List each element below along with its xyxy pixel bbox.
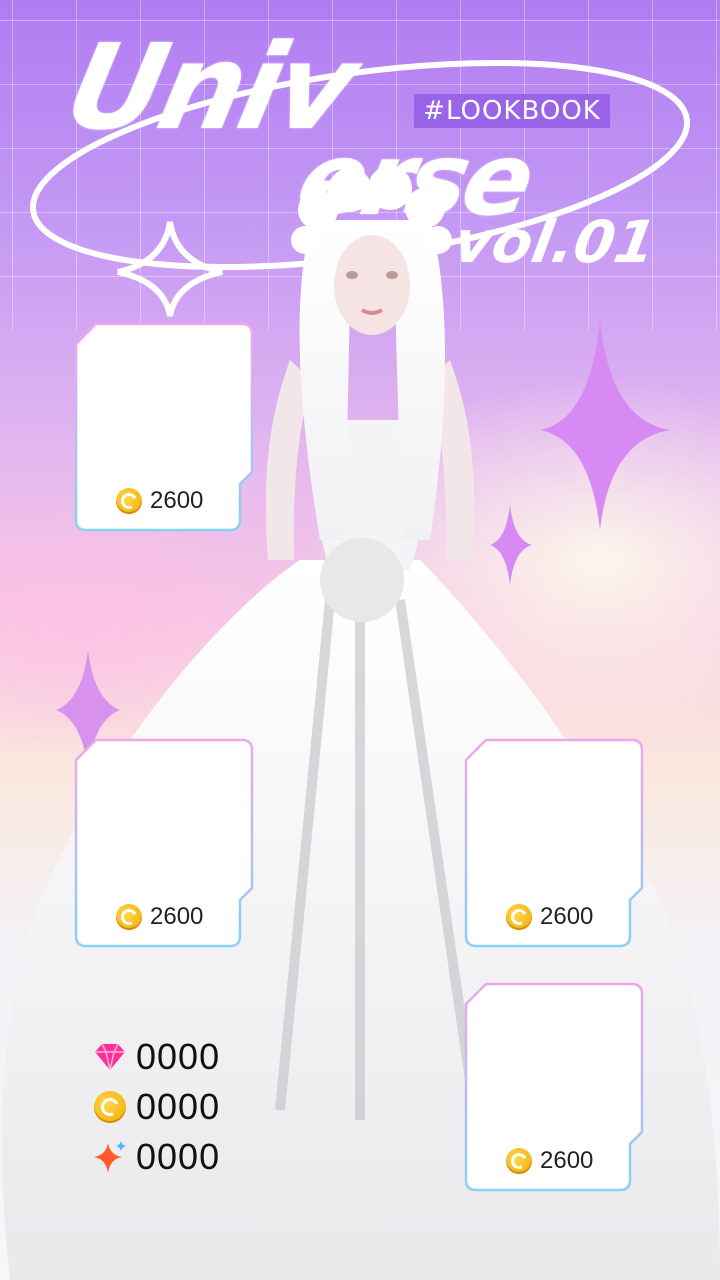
item-price-value: 2600 [540, 1147, 594, 1174]
sparkle-icon [92, 1139, 128, 1175]
coin-icon [92, 1089, 128, 1125]
coin-balance: 0000 [136, 1086, 221, 1127]
item-price-value: 2600 [150, 487, 204, 514]
dress-bodice [315, 420, 425, 570]
lookbook-screen: Univ erse #LOOKBOOK vol.01 2600 2600 260… [0, 0, 720, 1280]
item-price-value: 2600 [150, 903, 204, 930]
currency-row-coin: 0000 [92, 1082, 262, 1132]
dress-rose [320, 538, 404, 622]
item-card-1[interactable]: 2600 [74, 322, 254, 532]
coin-icon [116, 904, 142, 930]
volume-label: vol.01 [449, 208, 662, 276]
currency-row-diamond: 0000 [92, 1032, 262, 1082]
diamond-balance: 0000 [136, 1036, 221, 1077]
diamond-icon [92, 1039, 128, 1075]
coin-icon [506, 904, 532, 930]
coin-icon [506, 1148, 532, 1174]
item-price: 2600 [116, 486, 203, 516]
item-card-4[interactable]: 2600 [464, 982, 644, 1192]
lookbook-tag: #LOOKBOOK [414, 94, 610, 128]
item-price: 2600 [506, 1146, 593, 1176]
currency-panel: 0000 0000 0000 [92, 1032, 262, 1182]
currency-row-sparkle: 0000 [92, 1132, 262, 1182]
item-price: 2600 [506, 902, 593, 932]
coin-icon [116, 488, 142, 514]
sparkle-balance: 0000 [136, 1136, 221, 1177]
sparkle-large-icon [540, 320, 670, 530]
item-card-2[interactable]: 2600 [74, 738, 254, 948]
item-card-3[interactable]: 2600 [464, 738, 644, 948]
sparkle-small-icon [490, 505, 532, 585]
item-price: 2600 [116, 902, 203, 932]
item-price-value: 2600 [540, 903, 594, 930]
